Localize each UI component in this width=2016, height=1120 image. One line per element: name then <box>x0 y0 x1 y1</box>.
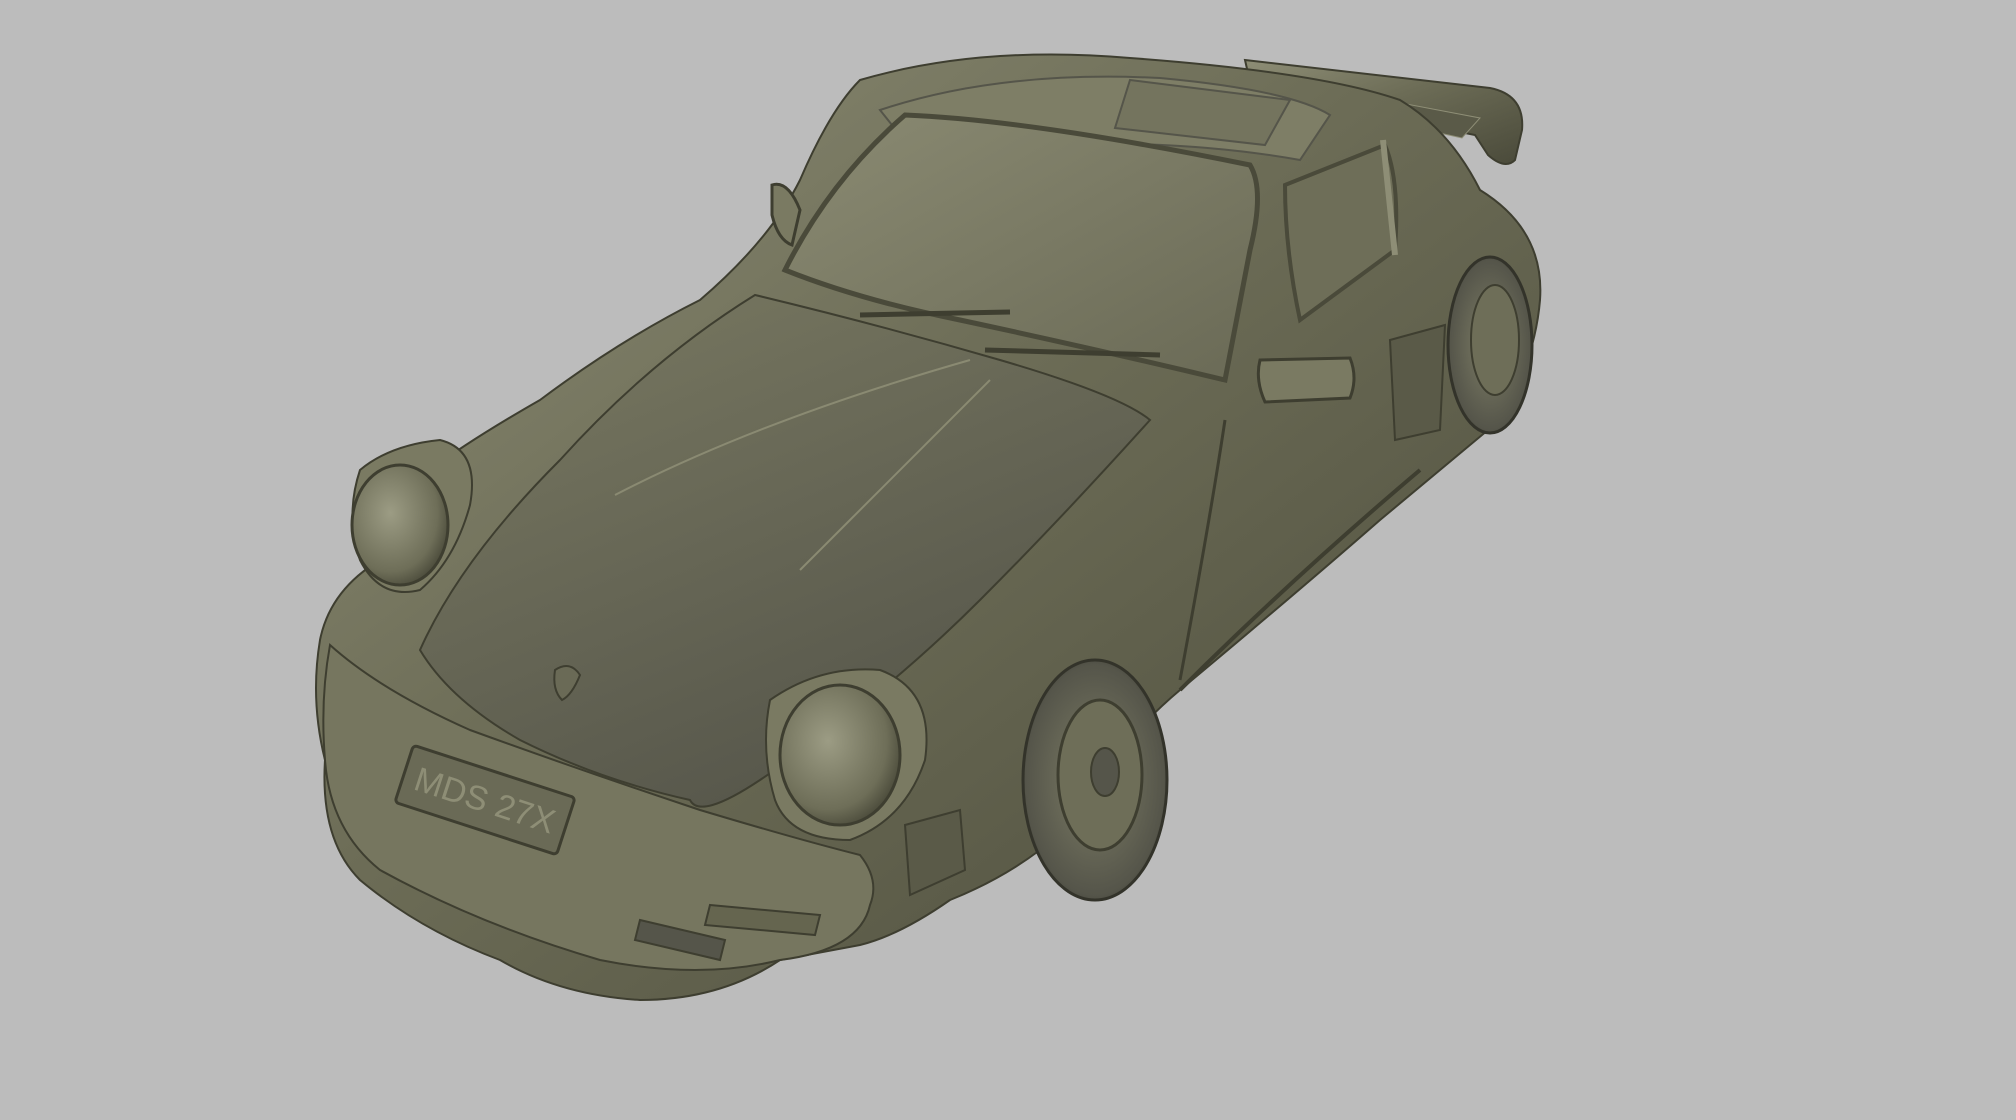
front-wheel-hub <box>1090 747 1120 797</box>
rear-wheel-rim <box>1470 284 1520 396</box>
car-model-render[interactable]: MDS 27X <box>0 0 2016 1120</box>
headlight-right <box>778 683 902 827</box>
wiper-left <box>859 309 1011 318</box>
side-mirror-right <box>1256 356 1356 404</box>
3d-viewport[interactable]: MDS 27X <box>0 0 2016 1120</box>
rear-intake <box>1388 323 1447 442</box>
headlight-left <box>350 463 450 587</box>
